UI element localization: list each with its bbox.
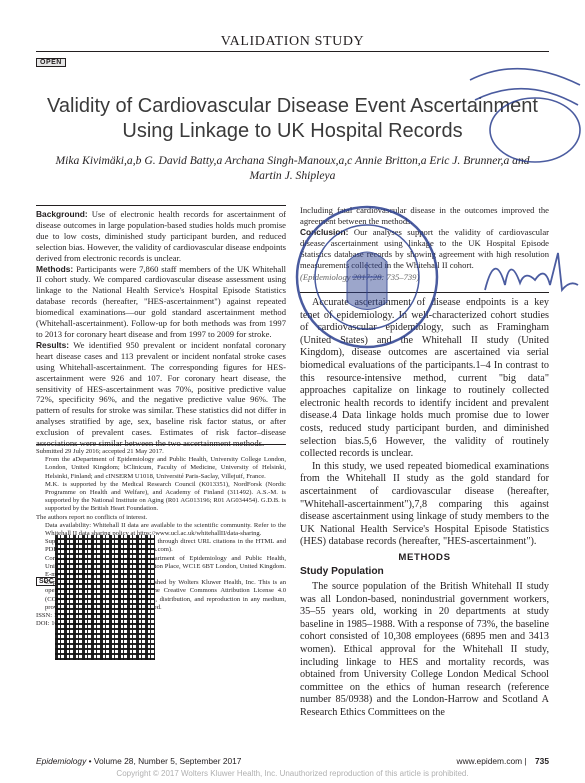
sdc-badge: SDC — [36, 577, 57, 586]
study-population-heading: Study Population — [300, 566, 384, 578]
affiliations: From the aDepartment of Epidemiology and… — [45, 456, 286, 480]
abstract-methods: Methods: Participants were 7,860 staff m… — [36, 263, 286, 339]
header-rule — [36, 51, 549, 52]
study-population-paragraph: The source population of the British Whi… — [300, 581, 549, 718]
abstract-results: Results: We identified 950 prevalent or … — [36, 339, 286, 449]
copyright-notice: Copyright © 2017 Wolters Kluwer Health, … — [116, 769, 469, 778]
handwritten-signature — [484, 252, 579, 293]
methods-heading: METHODS — [398, 551, 451, 563]
footer-journal: Epidemiology • Volume 28, Number 5, Sept… — [36, 756, 242, 766]
page-number: 735 — [535, 756, 549, 766]
conflict-note: The authors report no conflicts of inter… — [36, 513, 148, 521]
footer-site: www.epidem.com | 735 — [456, 756, 549, 766]
intro-paragraph-2: In this study, we used repeated biomedic… — [300, 460, 549, 548]
funding-note: M.K. is supported by the Medical Researc… — [45, 480, 286, 513]
submitted-dates: Submitted 29 July 2016; accepted 21 May … — [36, 448, 164, 455]
abstract-background: Background: Use of electronic health rec… — [36, 209, 286, 263]
article-page: VALIDATION STUDY OPEN Validity of Cardio… — [0, 0, 585, 783]
qr-code-overlay — [55, 535, 155, 660]
abstract-rule-top — [36, 205, 286, 206]
article-body: Accurate ascertainment of disease endpoi… — [300, 297, 549, 720]
abstract: Background: Use of electronic health rec… — [36, 209, 286, 449]
abstract-rule-bottom — [36, 444, 286, 445]
section-label: VALIDATION STUDY — [220, 34, 365, 49]
official-seal-stamp — [295, 205, 439, 349]
official-stamp-top — [469, 67, 581, 163]
open-access-badge: OPEN — [36, 58, 66, 67]
